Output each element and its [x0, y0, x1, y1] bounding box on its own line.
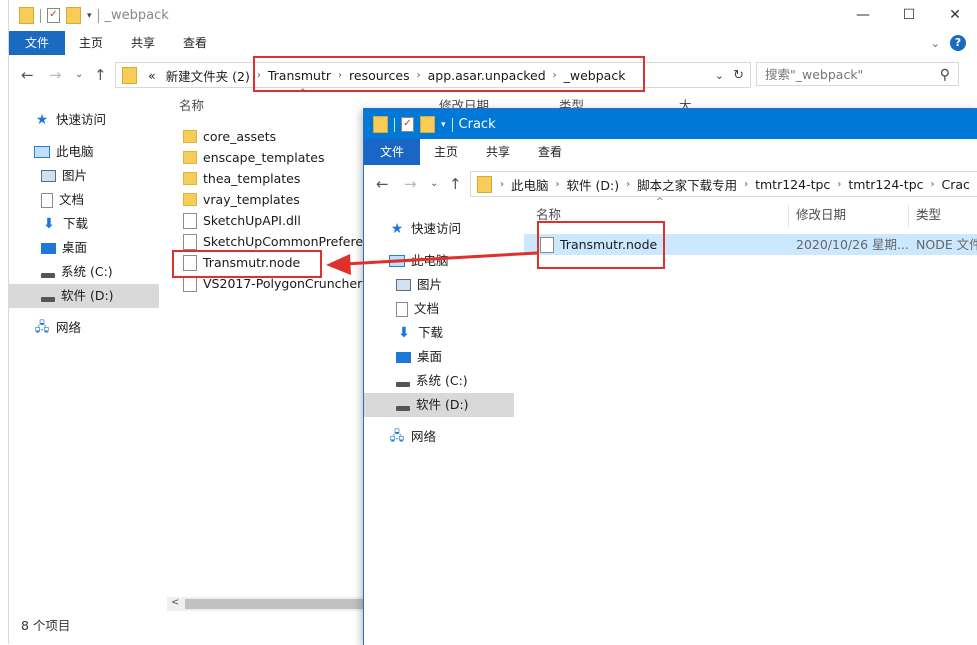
annotation-arrow — [0, 0, 977, 644]
